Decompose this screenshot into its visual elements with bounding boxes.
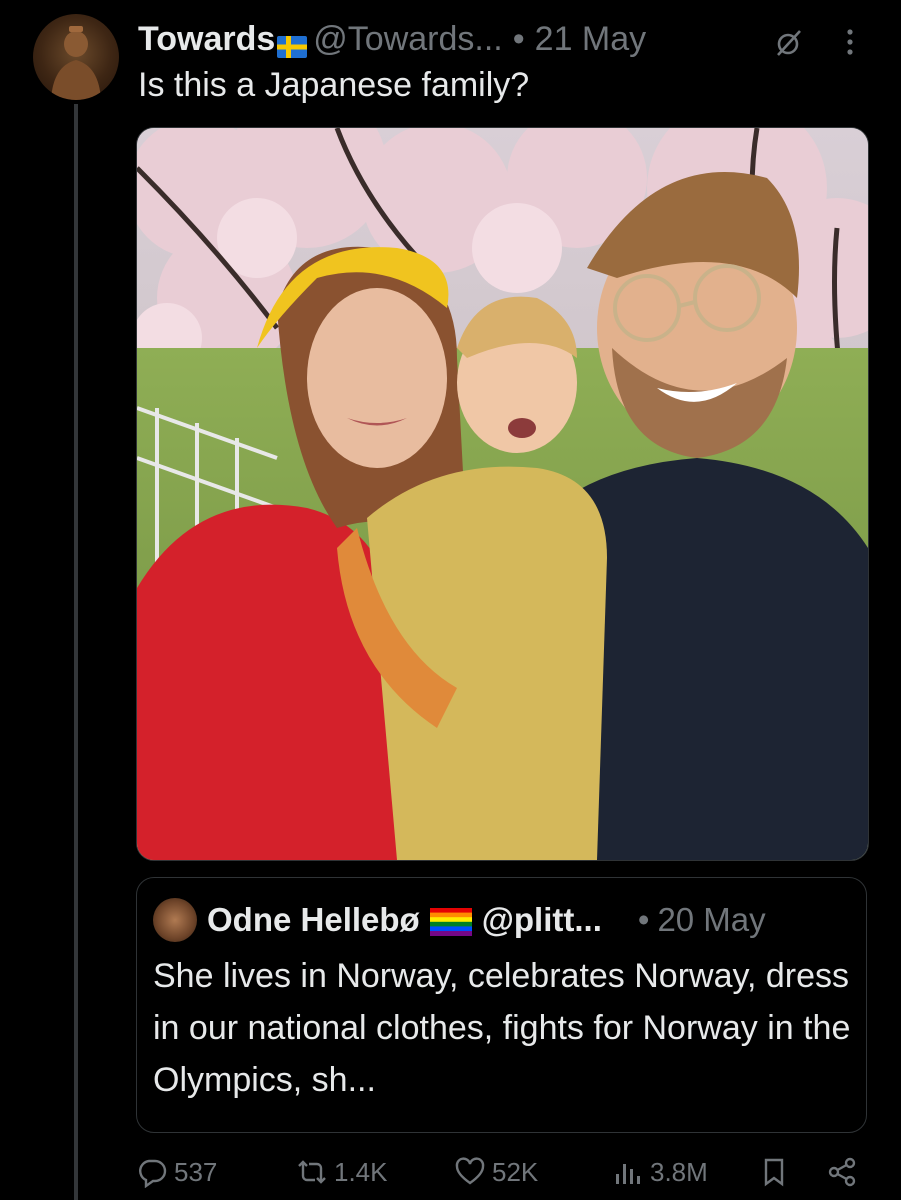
reply-count: 537 (174, 1156, 218, 1187)
post-header: Towards @Towards... • 21 May (138, 14, 878, 64)
quoted-author-name[interactable]: Odne Hellebø (207, 901, 420, 939)
quoted-author-avatar[interactable] (153, 898, 197, 942)
repost-button[interactable]: 1.4K (296, 1150, 388, 1194)
like-count: 52K (492, 1156, 539, 1187)
share-button[interactable] (826, 1150, 864, 1194)
like-icon (455, 1157, 485, 1185)
action-bar: 537 1.4K 52K 3.8M (136, 1150, 876, 1194)
repost-count: 1.4K (334, 1156, 388, 1187)
quoted-author-handle[interactable]: @plitt... (482, 901, 602, 939)
quoted-post-header: Odne Hellebø @plitt... • 20 May (207, 896, 766, 944)
bookmark-button[interactable] (758, 1150, 796, 1194)
bookmark-icon (764, 1158, 784, 1187)
separator-dot: • (637, 901, 650, 938)
like-button[interactable]: 52K (454, 1150, 538, 1194)
views-button[interactable]: 3.8M (612, 1150, 708, 1194)
separator-dot: • (512, 19, 525, 58)
thread-line (74, 104, 78, 1200)
author-name[interactable]: Towards (138, 20, 275, 59)
share-icon (828, 1157, 856, 1187)
views-icon (616, 1164, 640, 1184)
rainbow-flag-icon (429, 906, 472, 936)
author-handle[interactable]: @Towards... (313, 20, 502, 59)
quoted-post-date[interactable]: 20 May (657, 901, 765, 939)
post-date[interactable]: 21 May (535, 20, 647, 59)
sweden-flag-icon (277, 28, 308, 58)
quoted-post-text: She lives in Norway, celebrates Norway, … (153, 957, 851, 1099)
reply-button[interactable]: 537 (136, 1150, 217, 1194)
repost-icon (298, 1160, 326, 1184)
reply-icon (139, 1159, 167, 1188)
views-count: 3.8M (650, 1156, 708, 1187)
quoted-post[interactable]: Odne Hellebø @plitt... • 20 May She live… (136, 877, 867, 1133)
post-photo[interactable] (136, 127, 869, 861)
post-text: Is this a Japanese family? (138, 66, 530, 104)
grok-icon[interactable] (774, 28, 804, 58)
more-options-icon[interactable] (838, 24, 862, 60)
author-avatar[interactable] (33, 14, 119, 100)
